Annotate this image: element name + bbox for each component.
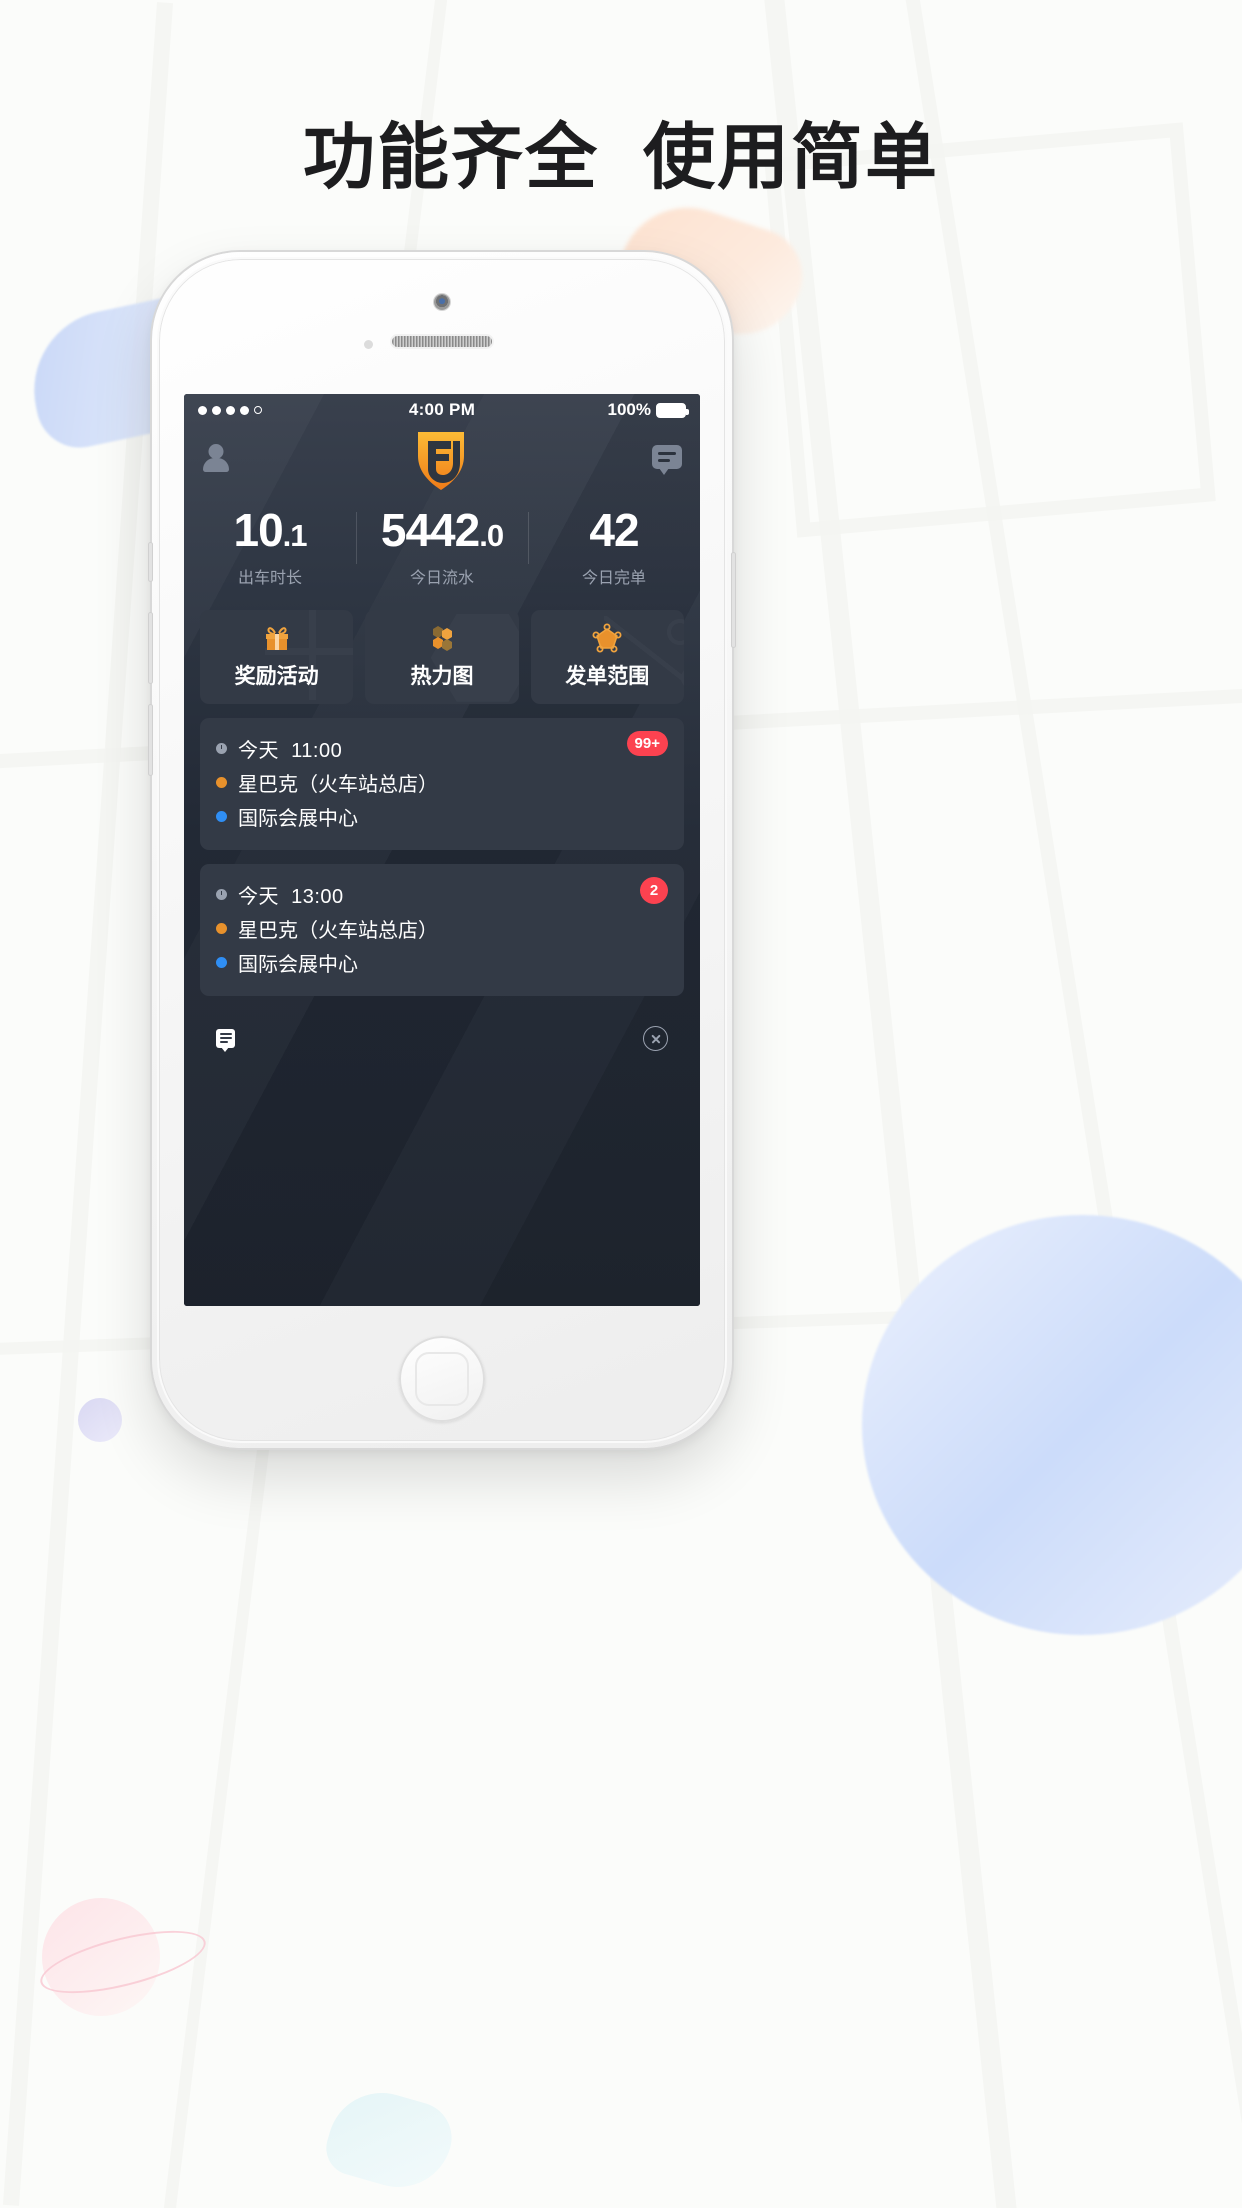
stat-label: 今日流水 [409, 569, 474, 587]
order-destination-row: 国际会展中心 [216, 946, 668, 980]
phone-mockup: 4:00 PM 100% 10.1 出车时长 5442.0 今日流水 42 今日… [148, 252, 736, 1448]
destination-dot-icon [216, 957, 227, 969]
order-card[interactable]: 2 今天 13:00 星巴克（火车站总店） 国际会展中心 [200, 863, 684, 996]
polygon-area-icon [592, 623, 622, 653]
front-camera-icon [434, 294, 450, 310]
quick-actions-row: 奖励活动 热力图 发单范围 [184, 596, 700, 704]
battery-percent-label: 100% [607, 400, 651, 419]
decor-blob-cyan-bottom [319, 2080, 461, 2200]
person-icon[interactable] [202, 444, 230, 474]
app-header [184, 426, 700, 492]
order-time-row: 今天 13:00 [216, 878, 668, 912]
order-badge: 2 [640, 876, 668, 904]
battery-icon [656, 402, 689, 418]
stat-duration: 10.1 出车时长 [184, 506, 356, 588]
phone-silent-switch [148, 542, 153, 582]
phone-volume-up-button [148, 612, 153, 684]
stat-decimal: .0 [479, 518, 504, 553]
clock-icon [216, 743, 227, 755]
phone-screen: 4:00 PM 100% 10.1 出车时长 5442.0 今日流水 42 今日… [184, 394, 700, 1306]
home-button[interactable] [399, 1336, 485, 1422]
message-icon [216, 1029, 235, 1053]
stat-label: 今日完单 [581, 569, 646, 587]
quick-action-dispatch-area[interactable]: 发单范围 [530, 609, 684, 704]
order-destination-row: 国际会展中心 [216, 800, 668, 834]
order-badge: 99+ [626, 730, 668, 756]
order-destination: 国际会展中心 [238, 808, 358, 831]
order-origin: 星巴克（火车站总店） [238, 774, 438, 797]
earpiece-speaker [392, 336, 492, 347]
order-day: 今天 [238, 740, 279, 763]
decor-blob-blue-right [862, 1215, 1242, 1635]
order-time-row: 今天 11:00 [216, 732, 668, 766]
stat-value: 10 [233, 504, 283, 556]
page-headline: 功能齐全 使用简单 [302, 118, 939, 198]
phone-power-button [731, 552, 736, 648]
origin-dot-icon [216, 777, 227, 789]
order-origin-row: 星巴克（火车站总店） [216, 912, 668, 946]
proximity-sensor-icon [364, 340, 373, 349]
order-time: 13:00 [291, 886, 344, 909]
quick-action-label: 奖励活动 [234, 665, 319, 689]
honeycomb-icon [427, 623, 457, 653]
quick-action-label: 热力图 [410, 665, 474, 689]
order-origin: 星巴克（火车站总店） [238, 920, 438, 943]
order-time: 11:00 [291, 740, 343, 763]
quick-action-label: 发单范围 [565, 665, 650, 689]
quick-action-heatmap[interactable]: 热力图 [365, 609, 519, 704]
stats-row: 10.1 出车时长 5442.0 今日流水 42 今日完单 [184, 492, 700, 596]
phone-volume-down-button [148, 704, 153, 776]
destination-dot-icon [216, 811, 227, 823]
order-day: 今天 [238, 886, 279, 909]
stat-value: 5442 [380, 504, 480, 556]
clock-icon [216, 889, 227, 901]
stat-label: 出车时长 [237, 569, 302, 587]
stat-revenue: 5442.0 今日流水 [356, 506, 528, 588]
chat-icon[interactable] [652, 445, 682, 475]
stat-value: 42 [589, 504, 639, 556]
status-bar: 4:00 PM 100% [184, 394, 700, 426]
shield-logo-icon [410, 426, 472, 492]
origin-dot-icon [216, 923, 227, 935]
quick-action-rewards[interactable]: 奖励活动 [200, 609, 354, 704]
gift-icon [262, 623, 292, 653]
decor-dot-violet [78, 1398, 122, 1442]
order-card[interactable]: 99+ 今天 11:00 星巴克（火车站总店） 国际会展中心 [200, 717, 684, 850]
order-destination: 国际会展中心 [238, 954, 358, 977]
stat-completed-orders: 42 今日完单 [528, 506, 700, 588]
order-origin-row: 星巴克（火车站总店） [216, 766, 668, 800]
stat-decimal: .1 [282, 518, 308, 553]
